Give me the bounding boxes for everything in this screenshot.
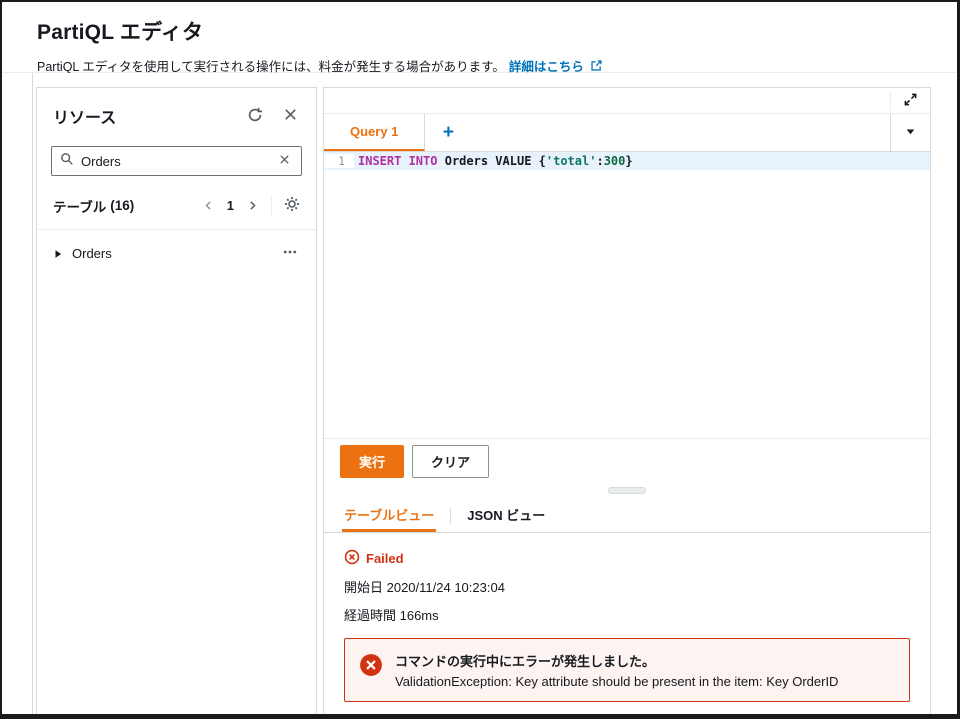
elapsed-time-line: 経過時間 166ms [344, 605, 910, 624]
tables-label: テーブル [53, 196, 106, 216]
code-token-open-brace: { [531, 154, 545, 168]
page-number[interactable]: 1 [227, 198, 234, 213]
gear-icon [284, 196, 300, 215]
editor-actions: 実行 クリア [324, 439, 930, 483]
resize-handle[interactable] [608, 487, 646, 494]
error-text-block: コマンドの実行中にエラーが発生しました。 ValidationException… [395, 651, 838, 689]
code-token-space [437, 154, 444, 168]
line-number: 1 [324, 154, 354, 168]
editor-toolbar [324, 88, 930, 114]
resources-title: リソース [53, 104, 229, 128]
code-token-identifiers: Orders VALUE [445, 154, 532, 168]
refresh-button[interactable] [245, 105, 265, 128]
failed-icon [344, 549, 360, 568]
error-circle-icon [359, 653, 383, 680]
clear-button[interactable]: クリア [412, 445, 489, 478]
table-actions-button[interactable] [280, 242, 300, 265]
result-tab-divider [450, 508, 451, 524]
code-token-close-brace: } [625, 154, 632, 168]
tab-list-dropdown-button[interactable] [890, 114, 930, 151]
code-token-number: 300 [604, 154, 626, 168]
code-token-colon: : [596, 154, 603, 168]
tab-table-view[interactable]: テーブルビュー [342, 499, 436, 532]
table-search-box[interactable] [51, 146, 302, 176]
result-body: Failed 開始日 2020/11/24 10:23:04 経過時間 166m… [324, 533, 930, 714]
add-query-tab-button[interactable]: + [425, 114, 471, 151]
tab-json-view[interactable]: JSON ビュー [465, 499, 547, 532]
close-panel-button[interactable] [281, 105, 300, 127]
editor-panel: Query 1 + 1 INSERT INTO Orders VALUE {'t… [323, 87, 931, 714]
result-tab-bar: テーブルビュー JSON ビュー [324, 499, 930, 533]
close-icon [283, 107, 298, 125]
table-tree-item-orders[interactable]: Orders [37, 230, 316, 277]
expand-caret-icon[interactable] [53, 249, 63, 259]
resources-panel: リソース [36, 87, 317, 714]
query-tab-label: Query 1 [350, 124, 398, 139]
resources-header: リソース [37, 88, 316, 136]
partiql-editor-window: PartiQL エディタ PartiQL エディタを使用して実行される操作には、… [0, 0, 960, 719]
code-token-string: 'total' [546, 154, 597, 168]
search-icon [60, 152, 74, 171]
toolbar-divider [890, 92, 891, 110]
content-region: リソース [2, 73, 957, 714]
refresh-icon [247, 107, 263, 126]
query-tab-bar: Query 1 + [324, 114, 930, 152]
start-date-line: 開始日 2020/11/24 10:23:04 [344, 577, 910, 596]
clear-search-button[interactable] [276, 151, 293, 171]
expand-icon [903, 92, 918, 110]
table-name[interactable]: Orders [72, 246, 280, 261]
page-title: PartiQL エディタ [37, 16, 957, 46]
tab-bar-spacer [471, 114, 890, 151]
run-button[interactable]: 実行 [340, 445, 404, 478]
code-editor[interactable]: 1 INSERT INTO Orders VALUE {'total':300} [324, 152, 930, 439]
settings-button[interactable] [282, 194, 302, 217]
search-input[interactable] [81, 154, 276, 169]
chevron-down-icon [905, 125, 916, 140]
tab-query-1[interactable]: Query 1 [324, 114, 425, 151]
tables-list-header: テーブル (16) 1 [53, 194, 302, 217]
nav-rail-divider [32, 73, 33, 714]
fullscreen-button[interactable] [901, 90, 920, 112]
code-token-keyword: INSERT INTO [358, 154, 437, 168]
tables-count: (16) [110, 198, 134, 213]
next-page-button[interactable] [244, 197, 261, 214]
prev-page-button[interactable] [200, 197, 217, 214]
ellipsis-icon [282, 244, 298, 263]
page-header: PartiQL エディタ PartiQL エディタを使用して実行される操作には、… [2, 2, 957, 73]
error-title: コマンドの実行中にエラーが発生しました。 [395, 651, 838, 670]
pagination: 1 [200, 197, 261, 214]
external-link-icon [590, 59, 603, 72]
clear-icon [278, 153, 291, 169]
editor-line-1[interactable]: 1 INSERT INTO Orders VALUE {'total':300} [324, 152, 930, 170]
code-content: INSERT INTO Orders VALUE {'total':300} [354, 154, 633, 168]
error-detail: ValidationException: Key attribute shoul… [395, 674, 838, 689]
split-area [324, 483, 930, 499]
error-alert: コマンドの実行中にエラーが発生しました。 ValidationException… [344, 638, 910, 702]
status-text: Failed [366, 551, 404, 566]
status-row: Failed [344, 549, 910, 568]
pager-divider [271, 195, 272, 217]
